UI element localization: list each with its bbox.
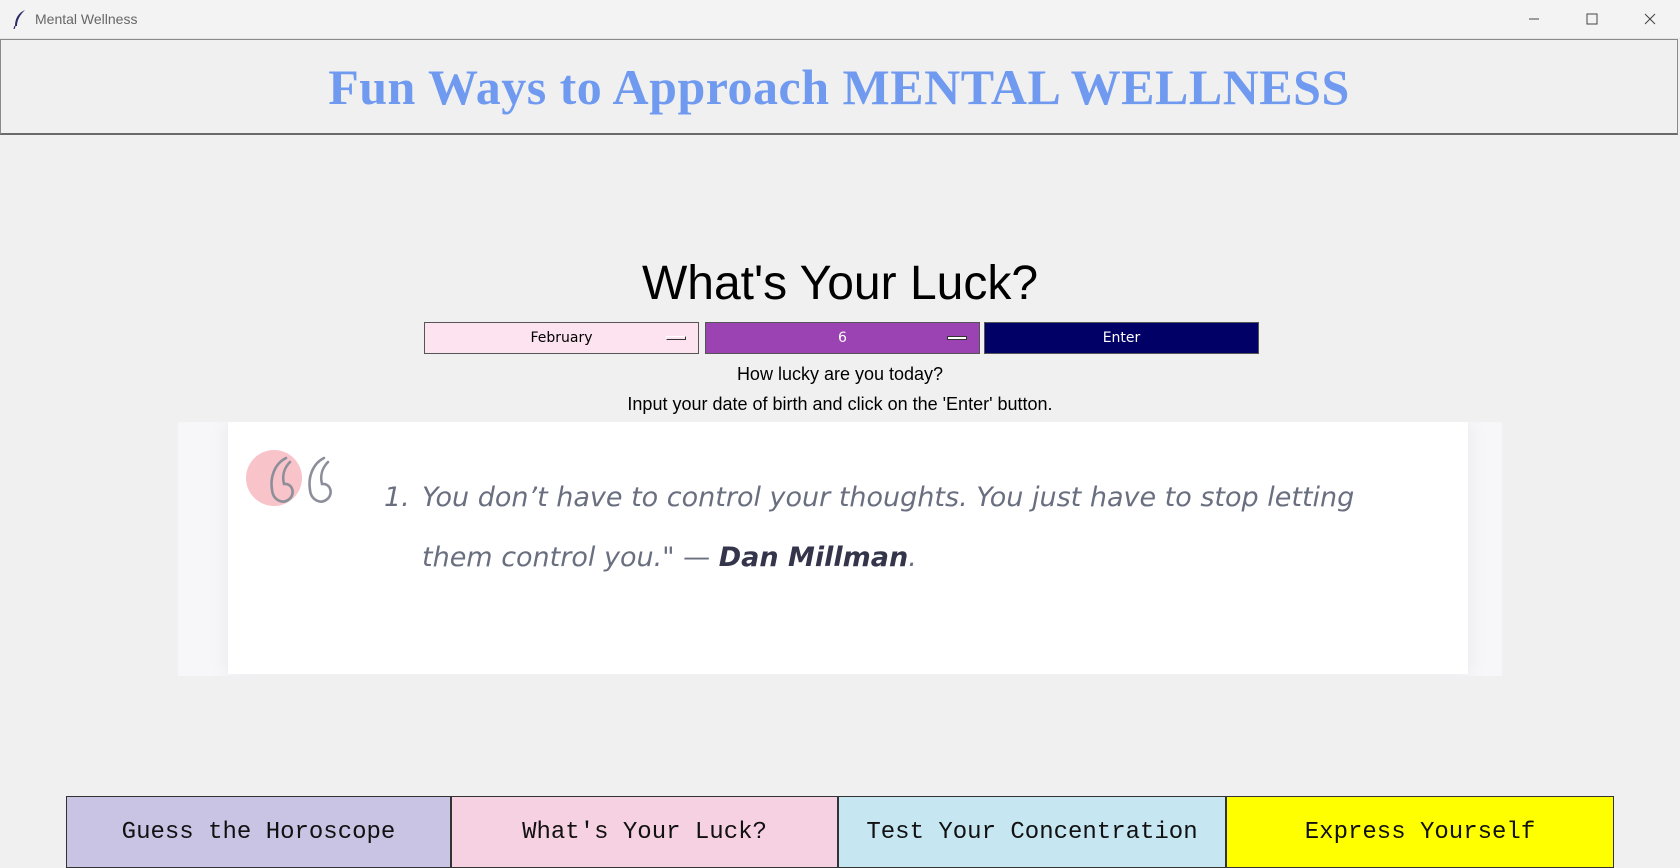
nav-button-express[interactable]: Express Yourself: [1226, 796, 1614, 868]
day-select-value: 6: [838, 330, 847, 346]
quote-number: 1.: [384, 482, 410, 513]
nav-button-horoscope[interactable]: Guess the Horoscope: [66, 796, 451, 868]
enter-button[interactable]: Enter: [984, 322, 1259, 354]
quote-icon: [246, 450, 332, 506]
feather-icon: [13, 10, 25, 29]
nav-button-concentration[interactable]: Test Your Concentration: [838, 796, 1226, 868]
luck-prompt: How lucky are you today?: [736, 364, 944, 384]
quote-text: 1. You don’t have to control your thought…: [384, 468, 1382, 588]
minimize-icon: [1529, 18, 1539, 20]
maximize-button[interactable]: [1563, 0, 1621, 38]
dropdown-indicator-icon: [666, 336, 686, 340]
quote-end: .: [908, 542, 917, 573]
quote-author: Dan Millman: [718, 542, 909, 573]
month-select[interactable]: February: [424, 322, 699, 354]
luck-instructions: Input your date of birth and click on th…: [627, 394, 1053, 414]
close-icon: [1644, 13, 1656, 25]
enter-button-label: Enter: [1102, 330, 1141, 346]
app-heading: Fun Ways to Approach MENTAL WELLNESS: [328, 59, 1350, 115]
month-select-value: February: [530, 330, 593, 346]
maximize-icon: [1586, 13, 1598, 25]
close-button[interactable]: [1621, 0, 1679, 38]
page-title: What's Your Luck?: [641, 257, 1039, 310]
minimize-button[interactable]: [1505, 0, 1563, 38]
quote-image: 1. You don’t have to control your thought…: [178, 422, 1502, 676]
window-title: Mental Wellness: [35, 11, 138, 27]
day-select[interactable]: 6: [705, 322, 980, 354]
header-banner: Fun Ways to Approach MENTAL WELLNESS: [0, 39, 1678, 135]
nav-button-luck[interactable]: What's Your Luck?: [451, 796, 838, 868]
quote-panel: 1. You don’t have to control your thought…: [228, 422, 1468, 674]
dropdown-indicator-icon: [947, 336, 967, 340]
window-titlebar: Mental Wellness: [0, 0, 1680, 39]
